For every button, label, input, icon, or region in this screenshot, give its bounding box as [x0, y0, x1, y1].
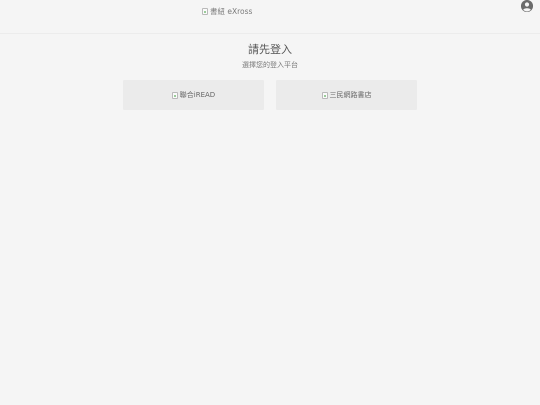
platform-alt-text: 三民網路書店	[329, 91, 372, 99]
account-circle-icon	[521, 0, 533, 12]
platform-alt-text: 聯合iREAD	[179, 91, 216, 99]
page-subtitle: 選擇您的登入平台	[242, 61, 298, 69]
platform-logo: 聯合iREAD	[171, 90, 216, 100]
account-button[interactable]	[521, 0, 533, 12]
platform-card-sanmin[interactable]: 三民網路書店	[276, 80, 417, 110]
broken-image-icon	[202, 8, 208, 15]
top-header: 書紐 eXross	[0, 0, 540, 34]
logo-alt-text: 書紐 eXross	[210, 7, 253, 16]
broken-image-icon	[171, 91, 178, 99]
platform-logo: 三民網路書店	[321, 90, 372, 100]
site-logo[interactable]: 書紐 eXross	[202, 6, 252, 17]
page-title: 請先登入	[248, 43, 292, 56]
platform-card-udn-iread[interactable]: 聯合iREAD	[123, 80, 264, 110]
broken-image-icon	[321, 91, 328, 99]
